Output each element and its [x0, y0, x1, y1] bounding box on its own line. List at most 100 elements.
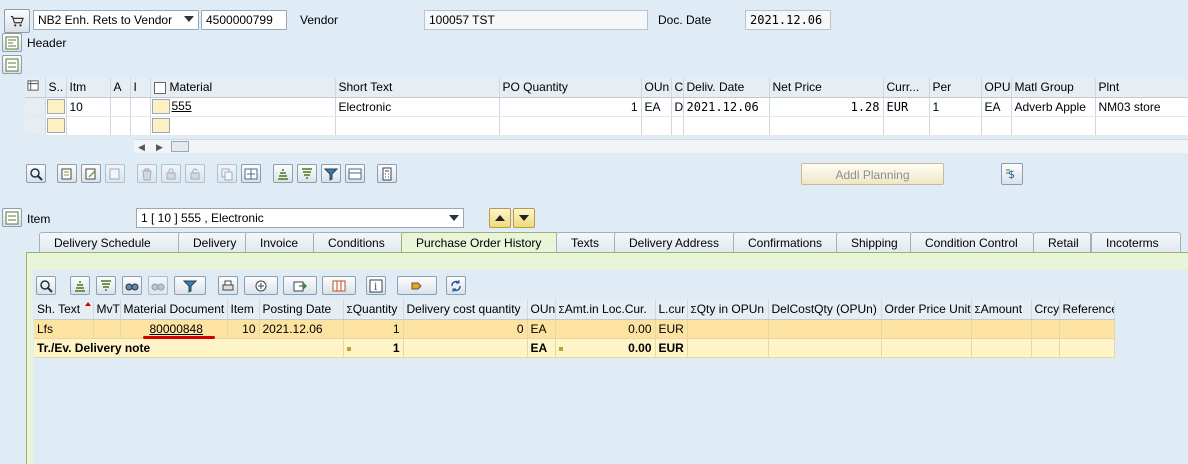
col-per[interactable]: Per [929, 78, 982, 98]
sort-descending-icon[interactable] [297, 164, 317, 183]
col-plnt[interactable]: Plnt [1095, 78, 1188, 98]
tab-confirmations[interactable]: Confirmations [733, 232, 839, 252]
po-number-field[interactable]: 4500000799 [201, 10, 287, 30]
col-quantity[interactable]: ΣQuantity [343, 300, 404, 320]
col-posting-date[interactable]: Posting Date [259, 300, 344, 320]
col-itm[interactable]: Itm [66, 78, 111, 98]
status-cell[interactable] [45, 116, 67, 136]
copy-rows-icon[interactable] [217, 164, 237, 183]
col-crcy[interactable]: Crcy [1031, 300, 1060, 320]
col-lcur[interactable]: L.cur [655, 300, 688, 320]
copy-item-icon[interactable] [57, 164, 77, 183]
col-item[interactable]: Item [227, 300, 260, 320]
calculator-icon[interactable] [377, 164, 397, 183]
col-po-quantity[interactable]: PO Quantity [499, 78, 642, 98]
col-amount[interactable]: ΣAmount [971, 300, 1032, 320]
export-icon[interactable] [283, 276, 317, 295]
details-icon[interactable] [36, 276, 56, 295]
col-short-text[interactable]: Short Text [335, 78, 500, 98]
item-detail-toggle-icon[interactable] [2, 208, 22, 227]
tab-delivery[interactable]: Delivery [178, 232, 248, 252]
print-icon[interactable] [218, 276, 238, 295]
col-oun[interactable]: OUn [527, 300, 556, 320]
material-document-link[interactable]: 80000848 [150, 322, 203, 336]
row-selector[interactable] [25, 116, 46, 136]
col-oun[interactable]: OUn [641, 78, 672, 98]
item-select[interactable]: 1 [ 10 ] 555 , Electronic [136, 208, 464, 228]
material-document-cell[interactable]: 80000848 [120, 319, 228, 339]
col-mvt[interactable]: MvT [93, 300, 121, 320]
horizontal-scrollbar[interactable]: ◀ ▶ [134, 139, 1188, 153]
table-row[interactable] [25, 116, 1188, 136]
col-reference[interactable]: Reference [1059, 300, 1115, 320]
col-delcostqty-opun[interactable]: DelCostQty (OPUn) [768, 300, 882, 320]
total-icon[interactable] [244, 276, 278, 295]
col-c[interactable]: C [671, 78, 684, 98]
details-icon[interactable] [26, 164, 46, 183]
tab-conditions[interactable]: Conditions [313, 232, 405, 252]
col-a[interactable]: A [110, 78, 131, 98]
sort-descending-icon[interactable] [96, 276, 116, 295]
col-curr[interactable]: Curr... [883, 78, 930, 98]
tab-delivery-schedule[interactable]: Delivery Schedule [39, 232, 182, 252]
col-qty-opun[interactable]: ΣQty in OPUn [687, 300, 769, 320]
scroll-thumb[interactable] [171, 141, 189, 152]
price-simulation-icon[interactable]: $ [1001, 163, 1023, 185]
col-sh-text[interactable]: Sh. Text [34, 300, 94, 320]
status-input[interactable] [46, 99, 65, 115]
material-cell[interactable]: 555 [150, 97, 336, 117]
row-selector[interactable] [25, 97, 46, 117]
status-input[interactable] [46, 118, 65, 134]
i-cell[interactable] [130, 97, 151, 117]
lock-icon[interactable] [161, 164, 181, 183]
addl-planning-button[interactable]: Addl Planning [801, 163, 944, 185]
material-link[interactable]: 555 [172, 99, 192, 113]
material-input[interactable] [151, 118, 170, 134]
tab-retail[interactable]: Retail [1033, 232, 1091, 252]
unlock-icon[interactable] [185, 164, 205, 183]
filter-icon[interactable] [174, 276, 206, 295]
status-cell[interactable] [45, 97, 67, 117]
variant-icon[interactable] [397, 276, 437, 295]
previous-item-icon[interactable] [489, 208, 511, 228]
tab-shipping[interactable]: Shipping [836, 232, 912, 252]
layout-icon[interactable] [322, 276, 356, 295]
tab-invoice[interactable]: Invoice [245, 232, 315, 252]
sort-ascending-icon[interactable] [273, 164, 293, 183]
find-next-icon[interactable] [148, 276, 168, 295]
doc-date-field[interactable]: 2021.12.06 [745, 10, 831, 30]
vendor-field[interactable]: 100057 TST [424, 10, 648, 30]
col-opu[interactable]: OPU [981, 78, 1012, 98]
col-amt-loc-cur[interactable]: ΣAmt.in Loc.Cur. [555, 300, 656, 320]
table-row[interactable]: Lfs 80000848 10 2021.12.06 1 0 EA 0.00 E… [34, 319, 1115, 339]
edit-item-icon[interactable] [81, 164, 101, 183]
select-all-icon[interactable] [25, 78, 46, 98]
sort-ascending-icon[interactable] [70, 276, 90, 295]
col-order-price-unit[interactable]: Order Price Unit [881, 300, 972, 320]
total-row[interactable]: Tr./Ev. Delivery note 1 EA 0.00 EUR [34, 338, 1115, 358]
find-icon[interactable] [122, 276, 142, 295]
tab-texts[interactable]: Texts [556, 232, 618, 252]
next-item-icon[interactable] [513, 208, 535, 228]
col-net-price[interactable]: Net Price [769, 78, 884, 98]
col-deliv-date[interactable]: Deliv. Date [683, 78, 770, 98]
cart-icon[interactable] [4, 9, 30, 33]
layout-icon[interactable] [345, 164, 365, 183]
scroll-left-icon[interactable]: ◀ [138, 142, 145, 153]
col-material[interactable]: Material [150, 78, 336, 98]
refresh-icon[interactable] [446, 276, 466, 295]
add-line-icon[interactable] [105, 164, 125, 183]
material-input[interactable] [151, 99, 170, 115]
split-icon[interactable] [241, 164, 261, 183]
info-icon[interactable]: i [366, 276, 386, 295]
table-row[interactable]: 10 555 Electronic 1 EA D 2021.12.06 1.28… [25, 97, 1188, 117]
filter-icon[interactable] [321, 164, 341, 183]
material-cell[interactable] [150, 116, 336, 136]
col-i[interactable]: I [130, 78, 151, 98]
a-cell[interactable] [110, 97, 131, 117]
scroll-right-icon[interactable]: ▶ [156, 142, 163, 153]
col-material-document[interactable]: Material Document [120, 300, 228, 320]
expand-header-icon[interactable] [2, 33, 22, 52]
col-delivery-cost-quantity[interactable]: Delivery cost quantity [403, 300, 528, 320]
collapse-items-icon[interactable] [2, 55, 22, 74]
